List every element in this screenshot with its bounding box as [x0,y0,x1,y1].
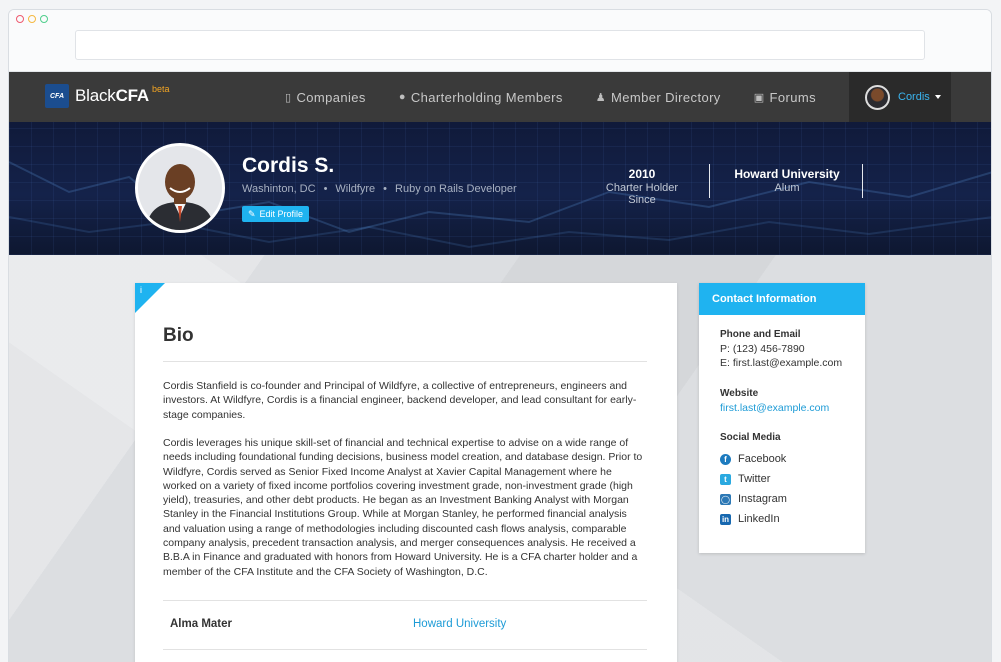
bio-paragraph: Cordis leverages his unique skill-set of… [163,437,643,578]
stat-charter-year: 2010 Charter Holder Since [592,167,692,206]
social-label: Instagram [738,493,787,505]
bio-paragraph: Cordis Stanfield is co-founder and Princ… [163,380,637,421]
website-title: Website [720,388,759,399]
nav-companies-label: Companies [296,89,366,105]
user-menu[interactable]: Cordis [849,72,951,122]
circle-icon: ● [398,91,406,103]
edit-icon: ✎ [248,208,256,219]
caret-down-icon [934,95,941,99]
brand-name: BlackCFA [75,86,149,106]
nav-member-directory[interactable]: ♟ Member Directory [596,90,721,105]
facebook-icon: f [720,453,731,465]
person-photo-icon [138,146,222,230]
stat-label: Alum [774,182,800,194]
beta-badge: beta [151,84,170,94]
social-label: LinkedIn [738,513,780,525]
stat-value: 2010 [628,167,656,181]
bio-card: i Bio Cordis Stanfield is co-founder and… [135,283,677,662]
minimize-window-button[interactable] [28,15,36,23]
browser-chrome [9,10,991,72]
separator-dot: • [383,183,388,195]
social-label: Twitter [738,473,771,485]
social-twitter[interactable]: t Twitter [720,473,770,485]
bio-title: Bio [163,325,194,346]
close-window-button[interactable] [16,15,24,23]
profile-job-title: Ruby on Rails Developer [395,183,517,195]
users-icon: ♟ [595,91,607,104]
alma-mater-label: Alma Mater [170,618,232,630]
nav-companies[interactable]: ▯ Companies [285,90,366,105]
social-linkedin[interactable]: in LinkedIn [720,513,780,525]
nav-member-directory-label: Member Directory [611,89,721,105]
address-bar[interactable] [75,30,925,60]
brand-link[interactable]: CFA BlackCFA beta [45,84,170,108]
window-controls [16,15,48,23]
contact-header: Contact Information [699,283,865,315]
stat-alma-mater: Howard University Alum [727,167,847,194]
website-link[interactable]: first.last@example.com [720,402,829,414]
profile-subtitle: Washinton, DC • Wildfyre • Ruby on Rails… [242,183,517,195]
maximize-window-button[interactable] [40,15,48,23]
divider [163,361,647,362]
profile-name: Cordis S. [242,154,335,177]
stat-value: Howard University [734,167,840,181]
stat-divider [709,164,710,198]
profile-company: Wildfyre [335,183,376,195]
chat-icon: ▣ [753,91,765,104]
stat-label: Charter Holder Since [605,182,679,206]
nav-links: ▯ Companies ● Charterholding Members ♟ M… [285,72,849,122]
divider [163,600,647,601]
profile-photo [135,143,225,233]
social-media-title: Social Media [720,432,781,443]
twitter-icon: t [720,473,731,485]
contact-card: Contact Information Phone and Email P: (… [699,283,865,553]
edit-profile-label: Edit Profile [259,209,304,219]
profile-location: Washinton, DC [242,183,316,195]
avatar [865,84,890,110]
cfa-logo-icon: CFA [45,84,69,108]
user-name: Cordis [898,91,930,103]
top-navbar: CFA BlackCFA beta ▯ Companies ● Charterh… [9,72,991,122]
nav-charterholding-members-label: Charterholding Members [410,89,563,105]
brand-name-prefix: Black [75,86,116,105]
brand-name-bold: CFA [115,86,150,105]
building-icon: ▯ [285,91,292,104]
phone-email-title: Phone and Email [720,329,801,340]
social-label: Facebook [738,453,787,465]
nav-charterholding-members[interactable]: ● Charterholding Members [399,90,563,105]
stat-divider [862,164,863,198]
email-address: E: first.last@example.com [720,357,843,369]
phone-number: P: (123) 456-7890 [720,343,805,355]
social-instagram[interactable]: ◯ Instagram [720,493,787,505]
instagram-icon: ◯ [720,493,731,505]
profile-header: Cordis S. Washinton, DC • Wildfyre • Rub… [9,122,991,255]
info-icon: i [140,285,142,295]
edit-profile-button[interactable]: ✎ Edit Profile [242,206,310,222]
divider [163,649,647,650]
nav-forums-label: Forums [769,89,816,105]
browser-window: CFA BlackCFA beta ▯ Companies ● Charterh… [8,9,992,662]
separator-dot: • [323,183,328,195]
alma-mater-link[interactable]: Howard University [413,618,506,630]
social-facebook[interactable]: f Facebook [720,453,786,465]
linkedin-icon: in [720,513,731,525]
nav-forums[interactable]: ▣ Forums [754,90,816,105]
